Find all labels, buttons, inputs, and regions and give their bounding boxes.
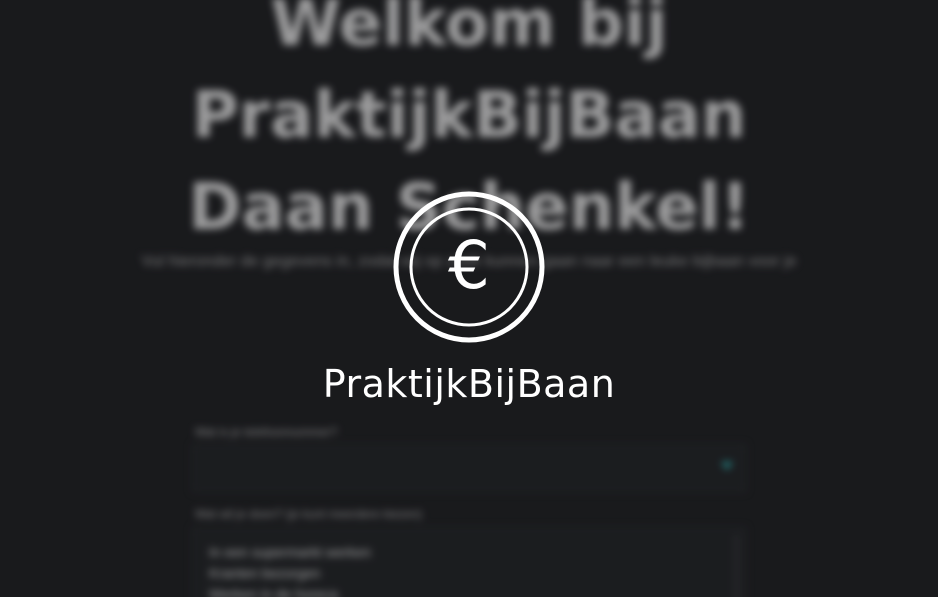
splash-screen: Welkom bij PraktijkBijBaan Daan Schenkel…	[0, 0, 938, 597]
euro-coin-icon: €	[393, 191, 545, 343]
brand-name: PraktijkBijBaan	[322, 362, 616, 406]
euro-symbol: €	[448, 227, 490, 304]
splash-overlay: € PraktijkBijBaan	[0, 0, 938, 597]
